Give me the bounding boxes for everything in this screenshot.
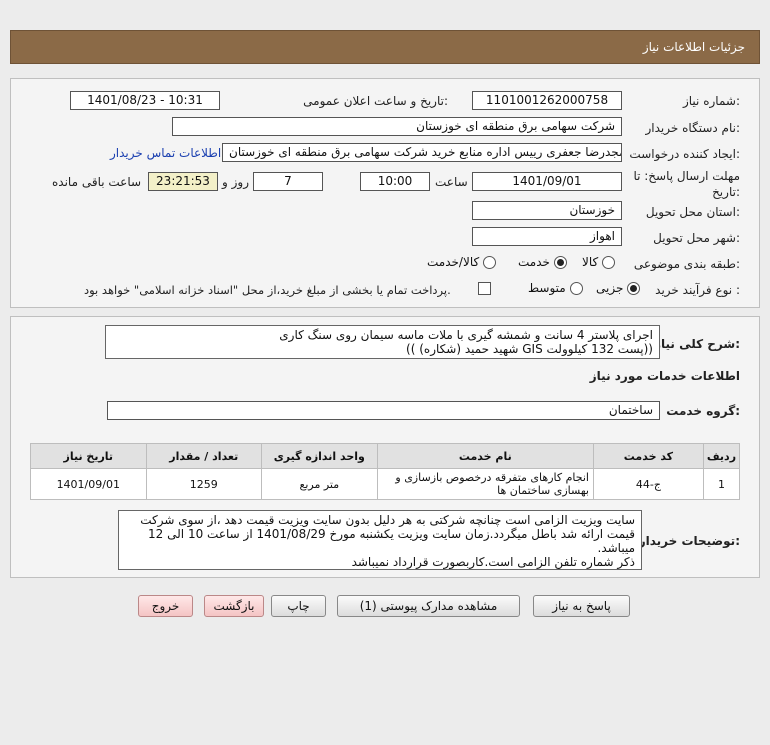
buyer-contact-link[interactable]: اطلاعات تماس خریدار xyxy=(110,146,221,160)
deadline-date-field: 1401/09/01 xyxy=(472,172,622,191)
city-field: اهواز xyxy=(472,227,622,246)
purchase-radio-jozi[interactable]: جزیی xyxy=(596,281,641,295)
summary-textarea[interactable]: اجرای پلاستر 4 سانت و شمشه گیری با ملات … xyxy=(105,325,660,359)
radio-jozi-label: جزیی xyxy=(596,281,624,295)
page-header: جزئیات اطلاعات نیاز xyxy=(10,30,760,64)
radio-motavaset[interactable] xyxy=(569,282,583,295)
table-row: 1 ج-44 انجام کارهای متفرقه درخصوص بازساز… xyxy=(30,468,741,500)
cell-code: ج-44 xyxy=(592,468,704,500)
buyer-notes-line-4: ذکر شماره تلفن الزامی است.کاربصورت قرارد… xyxy=(351,555,635,569)
purchase-type-label: نوع فرآیند خرید : xyxy=(655,283,740,297)
back-button[interactable]: بازگشت xyxy=(204,595,264,617)
cell-unit: متر مربع xyxy=(261,468,378,500)
treasury-checkbox[interactable] xyxy=(478,282,491,295)
services-heading: اطلاعات خدمات مورد نیاز xyxy=(589,369,740,383)
announce-label: تاریخ و ساعت اعلان عمومی: xyxy=(303,94,448,108)
radio-kala-label: کالا xyxy=(582,255,599,269)
col-qty: تعداد / مقدار xyxy=(145,443,263,469)
print-button[interactable]: چاپ xyxy=(271,595,326,617)
service-group-field: ساختمان xyxy=(107,401,660,420)
category-label: طبقه بندی موضوعی: xyxy=(633,257,740,271)
summary-line-1: اجرای پلاستر 4 سانت و شمشه گیری با ملات … xyxy=(279,328,653,342)
radio-both[interactable] xyxy=(483,256,497,269)
announce-field: 1401/08/23 - 10:31 xyxy=(70,91,220,110)
province-label: استان محل تحویل: xyxy=(645,205,740,219)
buyer-notes-textarea[interactable]: سایت ویزیت الزامی است چنانچه شرکتی به هر… xyxy=(118,510,642,570)
page-title: جزئیات اطلاعات نیاز xyxy=(642,40,745,54)
deadline-label-line2: تاریخ: xyxy=(712,185,740,199)
radio-khedmat-label: خدمت xyxy=(518,255,550,269)
col-unit: واحد اندازه گیری xyxy=(261,443,378,469)
need-number-field: 1101001262000758 xyxy=(472,91,622,110)
province-field: خوزستان xyxy=(472,201,622,220)
col-date: تاریخ نیاز xyxy=(30,443,147,469)
cell-qty: 1259 xyxy=(145,468,263,500)
payment-note: پرداخت تمام یا بخشی از مبلغ خرید،از محل … xyxy=(84,283,451,297)
city-label: شهر محل تحویل: xyxy=(653,231,740,245)
col-name: نام خدمت xyxy=(376,443,594,469)
cell-name: انجام کارهای متفرقه درخصوص بازسازی و بهس… xyxy=(376,468,594,500)
deadline-label: مهلت ارسال پاسخ: تا تاریخ: xyxy=(633,168,740,200)
hour-label: ساعت xyxy=(435,175,468,189)
remaining-time-field: 23:21:53 xyxy=(148,172,218,191)
radio-khedmat[interactable] xyxy=(553,256,567,269)
buyer-notes-line-1: سایت ویزیت الزامی است چنانچه شرکتی به هر… xyxy=(140,513,635,527)
summary-line-2: ((پست 132 کیلوولت GIS شهید حمید (شکاره) … xyxy=(406,342,653,356)
table-header-row: ردیف کد خدمت نام خدمت واحد اندازه گیری ت… xyxy=(30,443,741,469)
category-radio-khedmat[interactable]: خدمت xyxy=(518,255,567,269)
radio-both-label: کالا/خدمت xyxy=(427,255,480,269)
creator-label: ایجاد کننده درخواست: xyxy=(629,147,740,161)
col-code: کد خدمت xyxy=(592,443,704,469)
deadline-time-field: 10:00 xyxy=(360,172,430,191)
col-row: ردیف xyxy=(702,443,741,469)
summary-label: شرح کلی نیاز: xyxy=(654,337,740,351)
services-table: ردیف کد خدمت نام خدمت واحد اندازه گیری ت… xyxy=(30,443,741,500)
days-label: روز و xyxy=(222,175,249,189)
service-group-label: گروه خدمت: xyxy=(666,404,740,418)
radio-jozi[interactable] xyxy=(627,282,641,295)
buyer-org-label: نام دستگاه خریدار: xyxy=(645,121,741,135)
radio-kala[interactable] xyxy=(602,256,616,269)
deadline-label-line1: مهلت ارسال پاسخ: تا xyxy=(633,169,740,183)
remaining-label: ساعت باقی مانده xyxy=(52,175,142,189)
category-radio-kala[interactable]: کالا xyxy=(582,255,616,269)
category-radio-both[interactable]: کالا/خدمت xyxy=(427,255,497,269)
buyer-org-field: شرکت سهامی برق منطقه ای خوزستان xyxy=(172,117,622,136)
creator-field: مجدرضا جعفری رییس اداره منابع خرید شرکت … xyxy=(222,143,622,162)
view-attachments-button[interactable]: مشاهده مدارک پیوستی (1) xyxy=(337,595,520,617)
cell-date: 1401/09/01 xyxy=(30,468,147,500)
need-number-label: شماره نیاز: xyxy=(682,94,740,108)
buyer-notes-line-2: قیمت ارائه شد باطل میگردد.زمان سایت ویزی… xyxy=(148,527,635,541)
exit-button[interactable]: خروج xyxy=(138,595,193,617)
cell-row: 1 xyxy=(702,468,741,500)
radio-motavaset-label: متوسط xyxy=(528,281,566,295)
purchase-radio-motavaset[interactable]: متوسط xyxy=(528,281,583,295)
buyer-notes-line-3: میباشد. xyxy=(597,541,636,555)
buyer-notes-label: توضیحات خریدار: xyxy=(638,534,740,548)
reply-button[interactable]: پاسخ به نیاز xyxy=(533,595,630,617)
days-field: 7 xyxy=(253,172,323,191)
